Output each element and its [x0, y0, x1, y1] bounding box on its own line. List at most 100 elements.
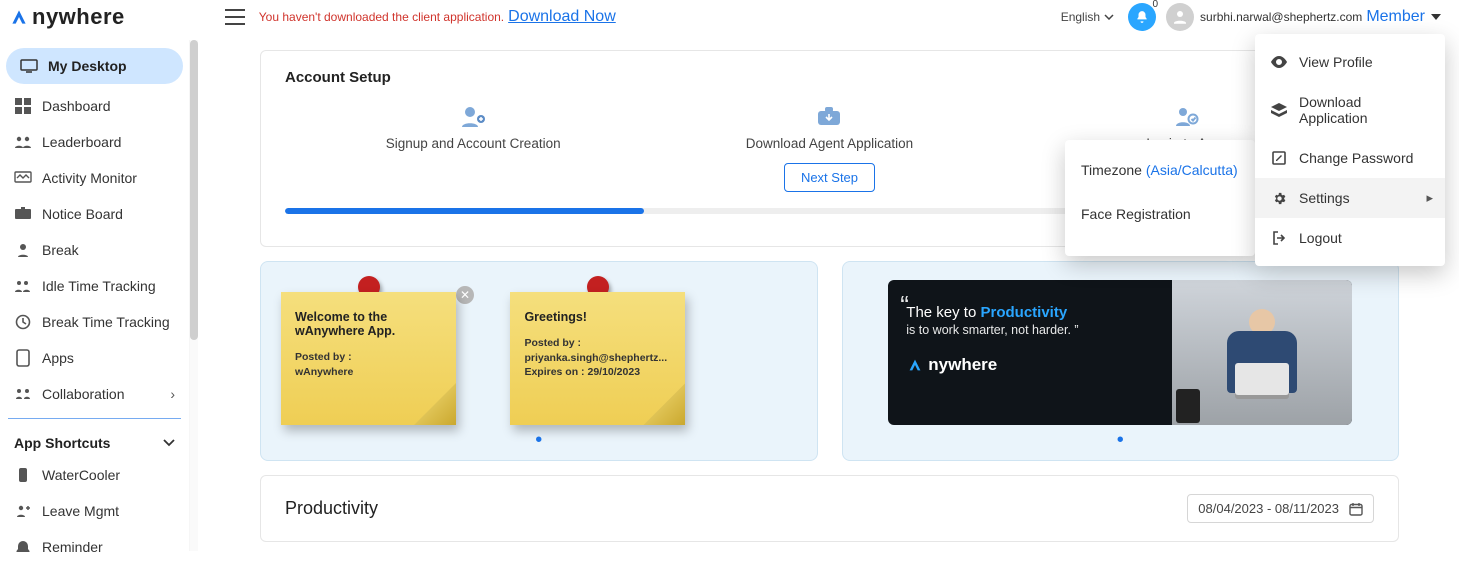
sidebar-item-notice-board[interactable]: Notice Board [0, 196, 189, 232]
sidebar-item-dashboard[interactable]: Dashboard [0, 88, 189, 124]
clock-icon [14, 313, 32, 331]
sidebar-item-leaderboard[interactable]: Leaderboard [0, 124, 189, 160]
sticky-notes-panel: ✕ Welcome to the wAnywhere App. Posted b… [260, 261, 818, 461]
menu-logout[interactable]: Logout [1255, 218, 1445, 258]
language-select[interactable]: English [1061, 10, 1114, 24]
step-label: Download Agent Application [651, 136, 1007, 151]
chevron-down-icon [163, 439, 175, 447]
user-email: surbhi.narwal@shephertz.com [1200, 10, 1362, 24]
quote-text: “ The key to Productivity is to work sma… [888, 280, 1172, 425]
quote-mark-icon: “ [900, 290, 909, 321]
menu-label: Settings [1299, 190, 1350, 206]
next-step-button[interactable]: Next Step [784, 163, 875, 192]
shortcut-reminder[interactable]: Reminder [0, 529, 189, 565]
account-setup-title: Account Setup [285, 69, 1374, 86]
menu-label: View Profile [1299, 54, 1373, 70]
sidebar-item-label: Dashboard [42, 98, 111, 114]
sidebar-item-idle-time[interactable]: Idle Time Tracking [0, 268, 189, 304]
layers-icon [1271, 102, 1287, 118]
timezone-value: (Asia/Calcutta) [1146, 162, 1238, 178]
sidebar-item-my-desktop[interactable]: My Desktop [6, 48, 183, 84]
shortcut-label: WaterCooler [42, 467, 120, 483]
idle-icon [14, 277, 32, 295]
posted-label: Posted by : [295, 351, 352, 363]
topbar: nywhere You haven't downloaded the clien… [0, 0, 1459, 34]
language-label: English [1061, 10, 1100, 24]
user-avatar[interactable] [1166, 3, 1194, 31]
logout-icon [1271, 230, 1287, 246]
step-label: Signup and Account Creation [295, 136, 651, 151]
menu-download-app[interactable]: Download Application [1255, 82, 1445, 138]
menu-change-password[interactable]: Change Password [1255, 138, 1445, 178]
download-banner-text: You haven't downloaded the client applic… [259, 10, 504, 24]
sidebar-item-apps[interactable]: Apps [0, 340, 189, 376]
user-dropdown-menu: View Profile Download Application Change… [1255, 34, 1445, 266]
watercooler-icon [14, 466, 32, 484]
sidebar-scrollbar[interactable] [190, 40, 198, 551]
submenu-timezone[interactable]: Timezone (Asia/Calcutta) [1065, 154, 1255, 198]
scrollbar-thumb[interactable] [190, 40, 198, 340]
sidebar-item-label: Apps [42, 350, 74, 366]
submenu-face-registration[interactable]: Face Registration [1065, 198, 1255, 242]
note-body: Welcome to the wAnywhere App. Posted by … [281, 292, 456, 425]
eye-icon [1271, 54, 1287, 70]
progress-fill [285, 208, 644, 214]
sidebar-item-collaboration[interactable]: Collaboration › [0, 376, 189, 412]
sidebar-item-activity-monitor[interactable]: Activity Monitor [0, 160, 189, 196]
chevron-right-icon: ▸ [1426, 190, 1433, 206]
break-icon [14, 241, 32, 259]
sidebar-item-label: My Desktop [48, 58, 127, 74]
menu-settings[interactable]: Settings ▸ [1255, 178, 1445, 218]
quote-brand: nywhere [906, 355, 1154, 375]
notifications-button[interactable]: 0 [1128, 3, 1156, 31]
brand-logo: nywhere [8, 4, 125, 30]
brand-text: nywhere [32, 4, 125, 30]
monitor-icon [20, 57, 38, 75]
posted-by: wAnywhere [295, 366, 353, 378]
expires-date: 29/10/2023 [587, 366, 640, 378]
note-body: Greetings! Posted by : priyanka.singh@sh… [510, 292, 685, 425]
sidebar-separator [8, 418, 181, 419]
sidebar-item-label: Notice Board [42, 206, 123, 222]
activity-icon [14, 169, 32, 187]
quote-brand-text: nywhere [928, 355, 997, 375]
user-role: Member [1366, 8, 1425, 26]
app-shortcuts-heading[interactable]: App Shortcuts [0, 425, 189, 457]
avatar-icon [1171, 8, 1189, 26]
quote-pager[interactable]: • [843, 429, 1399, 452]
sidebar-item-break-time[interactable]: Break Time Tracking [0, 304, 189, 340]
shortcut-leave-mgmt[interactable]: Leave Mgmt [0, 493, 189, 529]
brand-caret-icon [906, 356, 924, 374]
download-now-link[interactable]: Download Now [508, 8, 616, 26]
reminder-icon [14, 538, 32, 556]
leave-icon [14, 502, 32, 520]
menu-label: Download Application [1299, 94, 1429, 126]
note-title: Welcome to the wAnywhere App. [295, 310, 442, 338]
notifications-count: 0 [1152, 0, 1158, 10]
shortcuts-label: App Shortcuts [14, 435, 110, 451]
quote-highlight: Productivity [980, 304, 1067, 321]
sidebar-item-label: Leaderboard [42, 134, 121, 150]
menu-label: Logout [1299, 230, 1342, 246]
edit-icon [1271, 150, 1287, 166]
chevron-right-icon: › [170, 386, 175, 402]
close-note-button[interactable]: ✕ [456, 286, 474, 304]
sidebar-item-label: Break [42, 242, 79, 258]
sticky-note-greetings[interactable]: Greetings! Posted by : priyanka.singh@sh… [510, 280, 685, 425]
notes-pager[interactable]: • [261, 429, 817, 452]
hamburger-icon[interactable] [225, 9, 245, 25]
notice-icon [14, 205, 32, 223]
signup-icon [459, 102, 487, 130]
bell-icon [1135, 10, 1149, 24]
menu-view-profile[interactable]: View Profile [1255, 42, 1445, 82]
user-menu-toggle[interactable] [1431, 14, 1441, 20]
quote-image [1172, 280, 1352, 425]
sticky-note-welcome[interactable]: ✕ Welcome to the wAnywhere App. Posted b… [281, 280, 456, 425]
date-range-picker[interactable]: 08/04/2023 - 08/11/2023 [1187, 494, 1374, 523]
quote-pre: The key to [906, 304, 980, 321]
shortcut-watercooler[interactable]: WaterCooler [0, 457, 189, 493]
widgets-row: ✕ Welcome to the wAnywhere App. Posted b… [260, 261, 1399, 461]
sidebar-item-break[interactable]: Break [0, 232, 189, 268]
shortcut-label: Leave Mgmt [42, 503, 119, 519]
quote-sub: is to work smarter, not harder. [906, 323, 1071, 337]
